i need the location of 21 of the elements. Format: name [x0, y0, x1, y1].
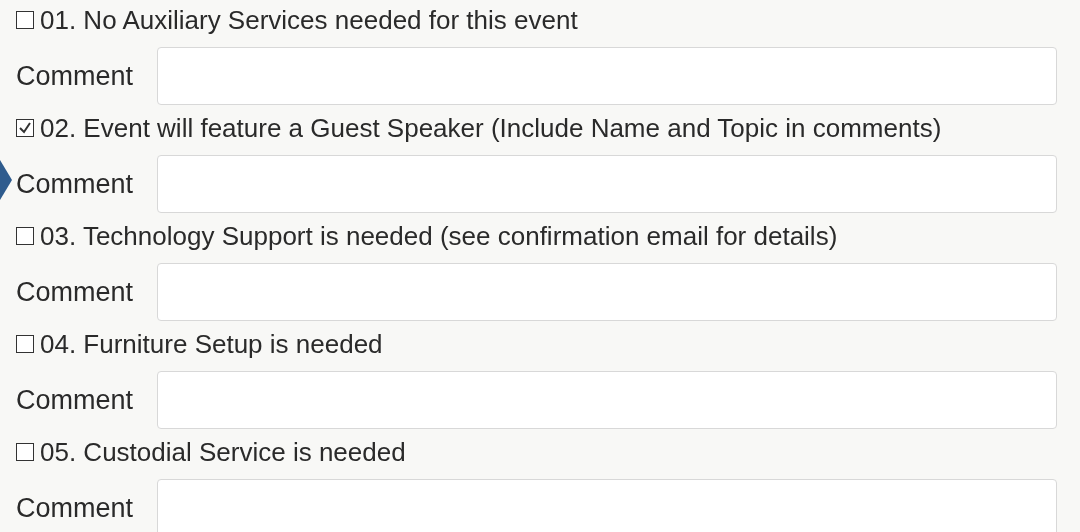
checkbox[interactable] [16, 11, 34, 29]
comment-field[interactable] [157, 371, 1057, 429]
option-label: 01. No Auxiliary Services needed for this event [40, 7, 578, 33]
option-label: 04. Furniture Setup is needed [40, 331, 383, 357]
checkbox[interactable] [16, 335, 34, 353]
comment-label: Comment [16, 62, 134, 90]
option-label: 03. Technology Support is needed (see confirmation email for details) [40, 223, 838, 249]
comment-label: Comment [16, 278, 134, 306]
comment-field[interactable] [157, 479, 1057, 532]
checkbox[interactable] [16, 443, 34, 461]
checkbox[interactable] [16, 119, 34, 137]
option-label: 02. Event will feature a Guest Speaker (Include Name and Topic in comments) [40, 115, 942, 141]
comment-field[interactable] [157, 47, 1057, 105]
comment-label: Comment [16, 170, 134, 198]
checkbox[interactable] [16, 227, 34, 245]
comment-label: Comment [16, 386, 134, 414]
comment-label: Comment [16, 494, 134, 522]
comment-field[interactable] [157, 155, 1057, 213]
pointer-icon [0, 160, 12, 200]
option-label: 05. Custodial Service is needed [40, 439, 406, 465]
comment-field[interactable] [157, 263, 1057, 321]
